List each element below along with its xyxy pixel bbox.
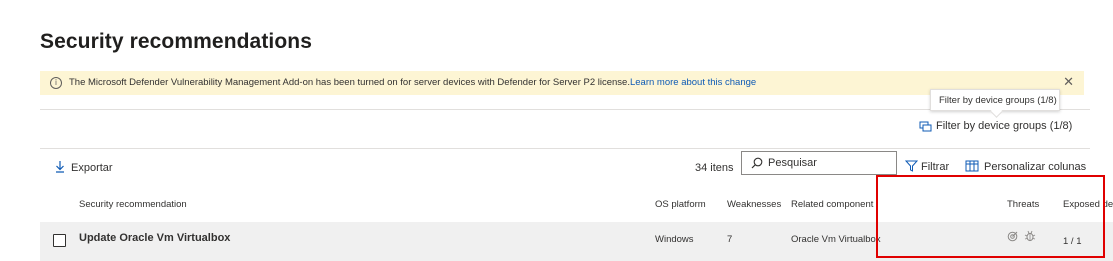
download-icon — [56, 161, 64, 173]
filter-device-groups-button[interactable]: Filter by device groups (1/8) — [919, 120, 1072, 132]
filter-icon — [904, 160, 919, 172]
filter-device-groups-label: Filter by device groups (1/8) — [936, 120, 1073, 132]
related-component-cell: Oracle Vm Virtualbox — [791, 234, 881, 245]
column-header-os-platform[interactable]: OS platform — [655, 199, 706, 210]
info-banner: i The Microsoft Defender Vulnerability M… — [40, 71, 1084, 95]
info-icon: i — [50, 77, 62, 89]
search-input[interactable] — [768, 155, 892, 171]
customize-columns-label: Personalizar colunas — [984, 161, 1087, 173]
page-title: Security recommendations — [40, 30, 312, 53]
weaknesses-cell: 7 — [727, 234, 733, 245]
filter-label: Filtrar — [921, 161, 950, 173]
filter-button[interactable]: Filtrar — [904, 160, 950, 173]
search-icon — [751, 157, 763, 169]
device-group-icon — [919, 121, 932, 132]
columns-icon — [965, 160, 979, 172]
highlight-box — [876, 175, 1105, 258]
search-box[interactable] — [741, 151, 897, 175]
recommendation-name[interactable]: Update Oracle Vm Virtualbox — [79, 232, 230, 244]
close-icon[interactable]: ✕ — [1063, 74, 1074, 90]
row-checkbox[interactable] — [53, 234, 66, 247]
banner-message: The Microsoft Defender Vulnerability Man… — [69, 77, 756, 88]
column-header-weaknesses[interactable]: Weaknesses — [727, 199, 781, 210]
learn-more-link[interactable]: Learn more about this change — [630, 77, 756, 88]
divider — [40, 148, 1090, 149]
customize-columns-button[interactable]: Personalizar colunas — [965, 160, 1086, 173]
column-header-security-recommendation[interactable]: Security recommendation — [79, 199, 187, 210]
item-count: 34 itens — [695, 162, 734, 174]
export-button[interactable]: Exportar — [55, 160, 113, 174]
banner-text: The Microsoft Defender Vulnerability Man… — [69, 77, 630, 88]
column-header-related-component[interactable]: Related component — [791, 199, 873, 210]
export-label: Exportar — [71, 162, 113, 174]
os-platform-cell: Windows — [655, 234, 694, 245]
